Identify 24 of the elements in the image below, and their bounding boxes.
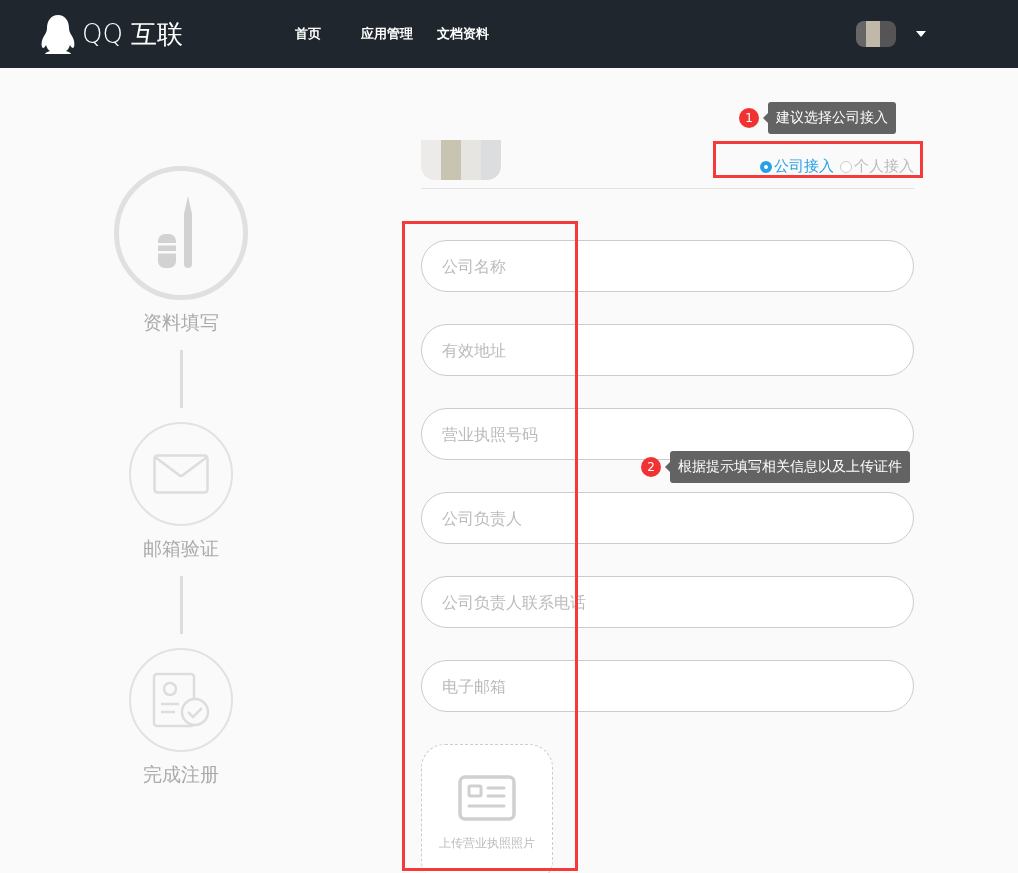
step-label: 完成注册: [143, 762, 219, 787]
input-field[interactable]: 营业执照号码: [421, 408, 914, 460]
envelope-icon: [153, 454, 209, 494]
radio-button[interactable]: [840, 160, 852, 173]
input-field[interactable]: 电子邮箱: [421, 660, 914, 712]
id-card-icon: [458, 775, 516, 821]
nav-link[interactable]: 应用管理: [361, 25, 413, 43]
annotation-tooltip: 建议选择公司接入: [768, 102, 896, 134]
input-field[interactable]: 公司负责人: [421, 492, 914, 544]
penguin-logo-icon: [40, 14, 76, 54]
radio-button[interactable]: [760, 160, 772, 173]
step-number-badge: 1: [739, 108, 759, 128]
avatar-placeholder[interactable]: [856, 21, 896, 47]
input-field[interactable]: 有效地址: [421, 324, 914, 376]
nav-link[interactable]: 首页: [295, 25, 321, 43]
document-check-icon: [151, 672, 211, 728]
logo-text: QQ 互联: [82, 17, 184, 51]
caret-icon[interactable]: [916, 31, 926, 37]
step-label: 邮箱验证: [143, 536, 219, 561]
nav-link[interactable]: 文档资料: [437, 25, 489, 43]
step-number-badge: 2: [641, 457, 661, 477]
input-field[interactable]: 公司名称: [421, 240, 914, 292]
step-label: 资料填写: [143, 310, 219, 335]
annotation-tooltip: 根据提示填写相关信息以及上传证件: [670, 451, 910, 483]
